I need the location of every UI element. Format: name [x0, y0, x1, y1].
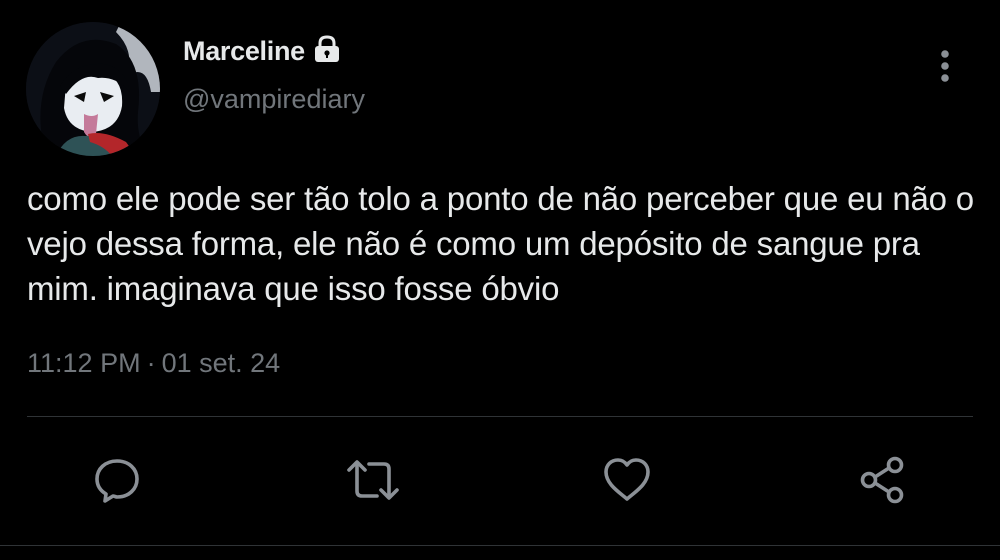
- author-display-name[interactable]: Marceline: [183, 36, 305, 67]
- tweet-date: 01 set. 24: [161, 348, 281, 378]
- avatar-image: [26, 22, 160, 156]
- bottom-divider: [0, 545, 1000, 546]
- comment-icon: [95, 459, 139, 503]
- avatar[interactable]: [26, 22, 160, 156]
- share-icon: [860, 456, 904, 504]
- like-button[interactable]: [599, 452, 655, 508]
- action-bar: [0, 452, 1000, 508]
- more-options-button[interactable]: [930, 44, 960, 88]
- share-button[interactable]: [855, 452, 911, 508]
- author-handle[interactable]: @vampirediary: [183, 84, 365, 115]
- lock-icon: [312, 34, 342, 64]
- tweet-time: 11:12 PM: [27, 348, 141, 378]
- retweet-icon: [347, 460, 399, 500]
- retweet-button[interactable]: [345, 452, 401, 508]
- divider: [27, 416, 973, 417]
- vertical-dots-icon: [941, 50, 949, 82]
- author-name-row[interactable]: Marceline: [183, 34, 342, 67]
- tweet-text: como ele pode ser tão tolo a ponto de nã…: [27, 180, 974, 307]
- reply-button[interactable]: [89, 452, 145, 508]
- heart-icon: [604, 458, 650, 501]
- meta-separator: ·: [146, 348, 156, 378]
- tweet-timestamp[interactable]: 11:12 PM · 01 set. 24: [27, 348, 280, 379]
